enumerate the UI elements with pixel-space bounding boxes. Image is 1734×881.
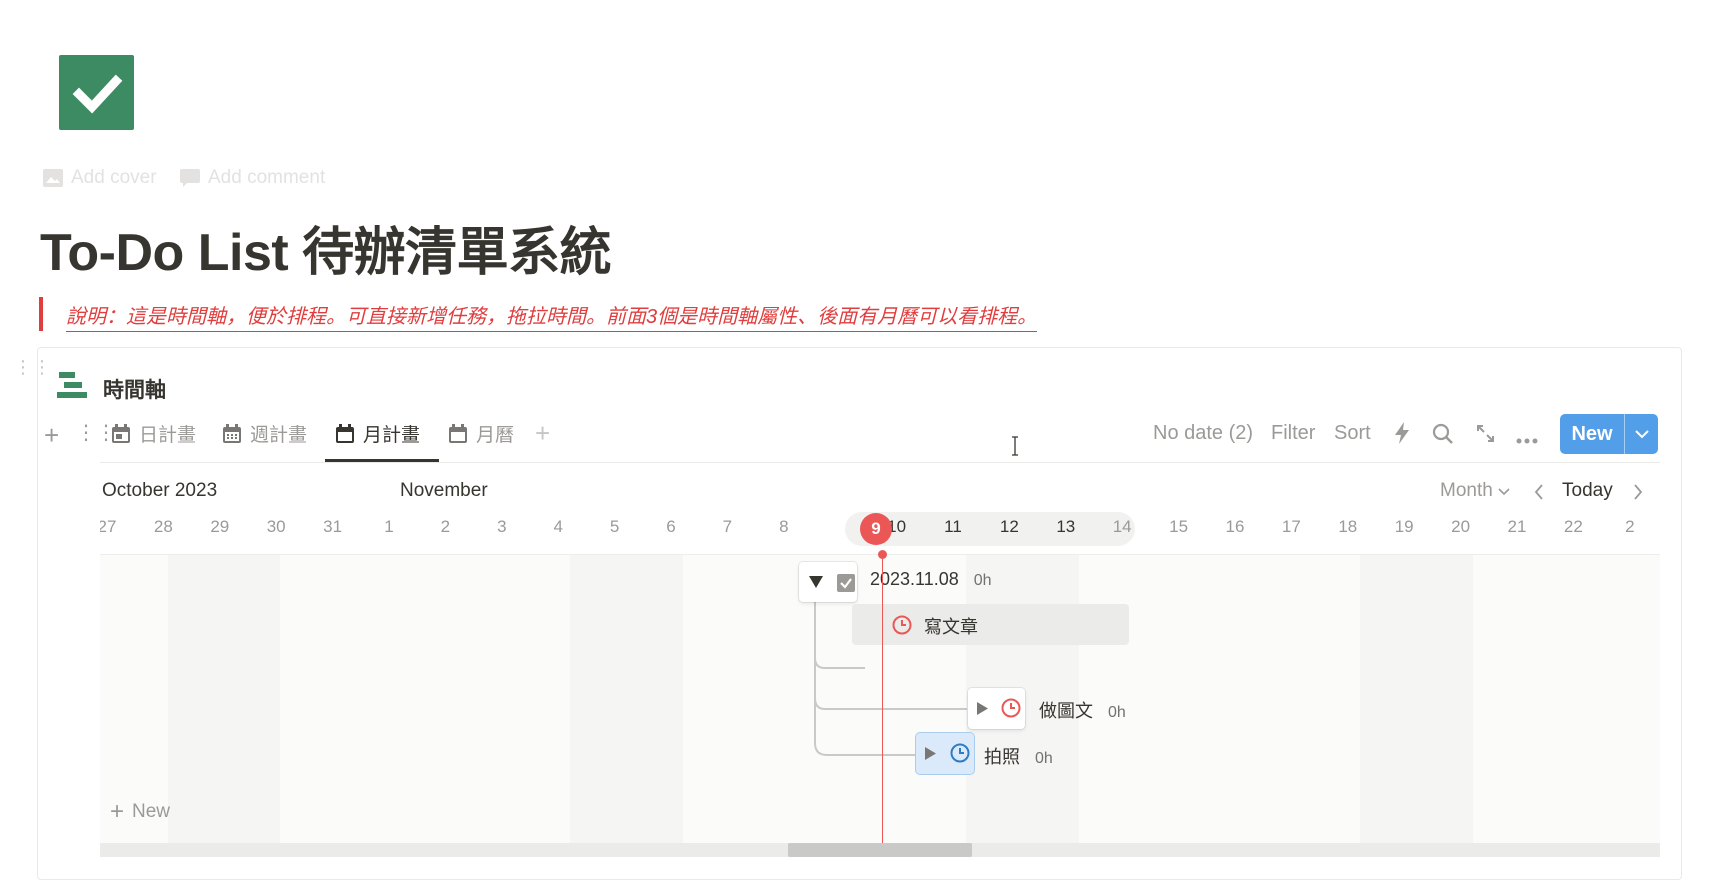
tab-row-divider [100,462,1660,463]
timeline-icon [57,372,87,403]
tab-monthly-plan[interactable]: 月計畫 [335,420,420,447]
no-date-button[interactable]: No date (2) [1153,422,1253,445]
tab-daily-plan[interactable]: 日計畫 [111,420,196,447]
tab-calendar[interactable]: 月曆 [448,420,514,447]
filter-button[interactable]: Filter [1271,422,1315,445]
clock-icon [1001,698,1021,718]
scrollbar-thumb[interactable] [788,843,972,857]
text-cursor-icon [1010,436,1020,461]
page-title[interactable]: To-Do List 待辦清單系統 [40,210,612,285]
group-hours: 0h [973,572,992,589]
calendar-icon [336,423,354,443]
tab-label: 月曆 [476,425,515,446]
today-line-dot [878,550,887,559]
database-title[interactable]: 時間軸 [103,374,166,404]
add-new-item-button[interactable]: + New [110,798,170,826]
tab-label: 日計畫 [139,425,197,446]
add-comment-button[interactable]: Add comment [180,167,325,189]
today-line [882,554,883,844]
callout-quote-bar [39,297,43,331]
active-tab-indicator [325,459,439,462]
task-title: 做圖文 [1039,701,1093,721]
description-text[interactable]: 說明：這是時間軸，便於排程。可直接新增任務，拖拉時間。前面3個是時間軸屬性、後面… [66,300,1038,332]
timeline-view: October 2023 November Month Today 27 28 29… [100,468,1660,861]
page-checkmark-icon[interactable] [59,55,134,130]
tab-label: 週計畫 [250,425,308,446]
task-label-take-photo[interactable]: 拍照 0h [984,743,1053,769]
add-new-label: New [132,801,171,822]
tab-label: 月計畫 [363,425,421,446]
task-hours: 0h [1035,750,1053,767]
comment-icon [180,169,200,187]
add-view-tab-icon[interactable]: + [535,418,550,449]
checkbox-checked-icon[interactable] [837,574,855,592]
task-title: 寫文章 [924,617,978,637]
plus-icon: + [110,798,125,825]
tab-weekly-plan[interactable]: 週計畫 [222,420,307,447]
view-drag-handle-icon[interactable]: ⋮⋮ [76,420,116,445]
calendar-icon [449,423,467,443]
clock-icon [950,743,970,763]
add-comment-label: Add comment [208,167,326,188]
group-title-text: 2023.11.08 [870,569,959,589]
new-entry-button[interactable]: New [1560,414,1658,454]
image-icon [43,169,63,187]
task-card-make-graphics[interactable] [968,688,1025,729]
task-hours: 0h [1108,704,1126,721]
triangle-right-icon[interactable] [977,702,988,715]
expand-icon[interactable] [1476,424,1495,448]
search-icon[interactable] [1432,423,1454,450]
automation-lightning-icon[interactable] [1394,422,1410,449]
group-toggle-card[interactable] [799,562,857,602]
calendar-day-icon [112,423,130,443]
task-label-make-graphics[interactable]: 做圖文 0h [1039,697,1126,723]
chevron-down-icon[interactable] [1625,429,1658,439]
new-button-label: New [1571,422,1613,445]
add-view-icon[interactable]: + [44,420,59,451]
add-cover-label: Add cover [71,167,157,188]
task-bar-write-article[interactable]: 寫文章 [852,604,1129,645]
more-options-icon[interactable] [1516,431,1538,449]
triangle-right-icon[interactable] [925,747,936,760]
calendar-week-icon [223,423,241,443]
dependency-connectors [814,592,967,756]
add-cover-button[interactable]: Add cover [43,167,157,189]
group-title[interactable]: 2023.11.08 0h [870,569,992,590]
clock-icon [892,615,912,635]
triangle-down-icon[interactable] [809,576,823,588]
task-card-take-photo[interactable] [916,733,974,774]
task-title: 拍照 [984,747,1020,767]
sort-button[interactable]: Sort [1334,422,1371,445]
